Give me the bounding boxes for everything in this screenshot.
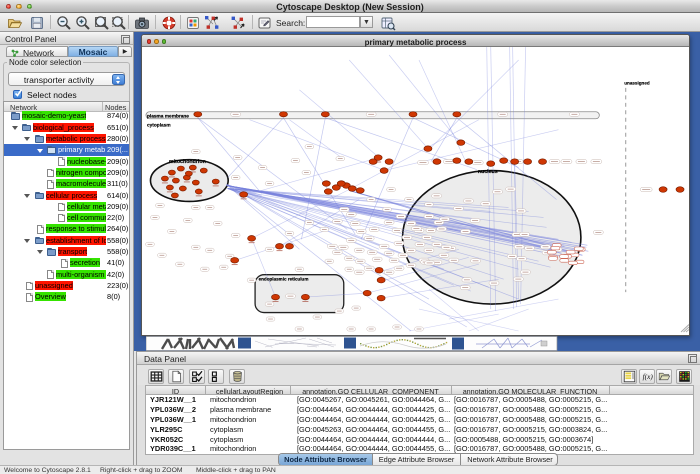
svg-text:nucleus: nucleus xyxy=(478,169,498,175)
svg-text:endoplasmic reticulum: endoplasmic reticulum xyxy=(259,277,309,282)
svg-text:cytoplasm: cytoplasm xyxy=(147,123,171,128)
svg-text:plasma membrane: plasma membrane xyxy=(147,113,189,118)
svg-text:mitochondrion: mitochondrion xyxy=(169,159,206,165)
svg-text:unassigned: unassigned xyxy=(624,80,649,85)
